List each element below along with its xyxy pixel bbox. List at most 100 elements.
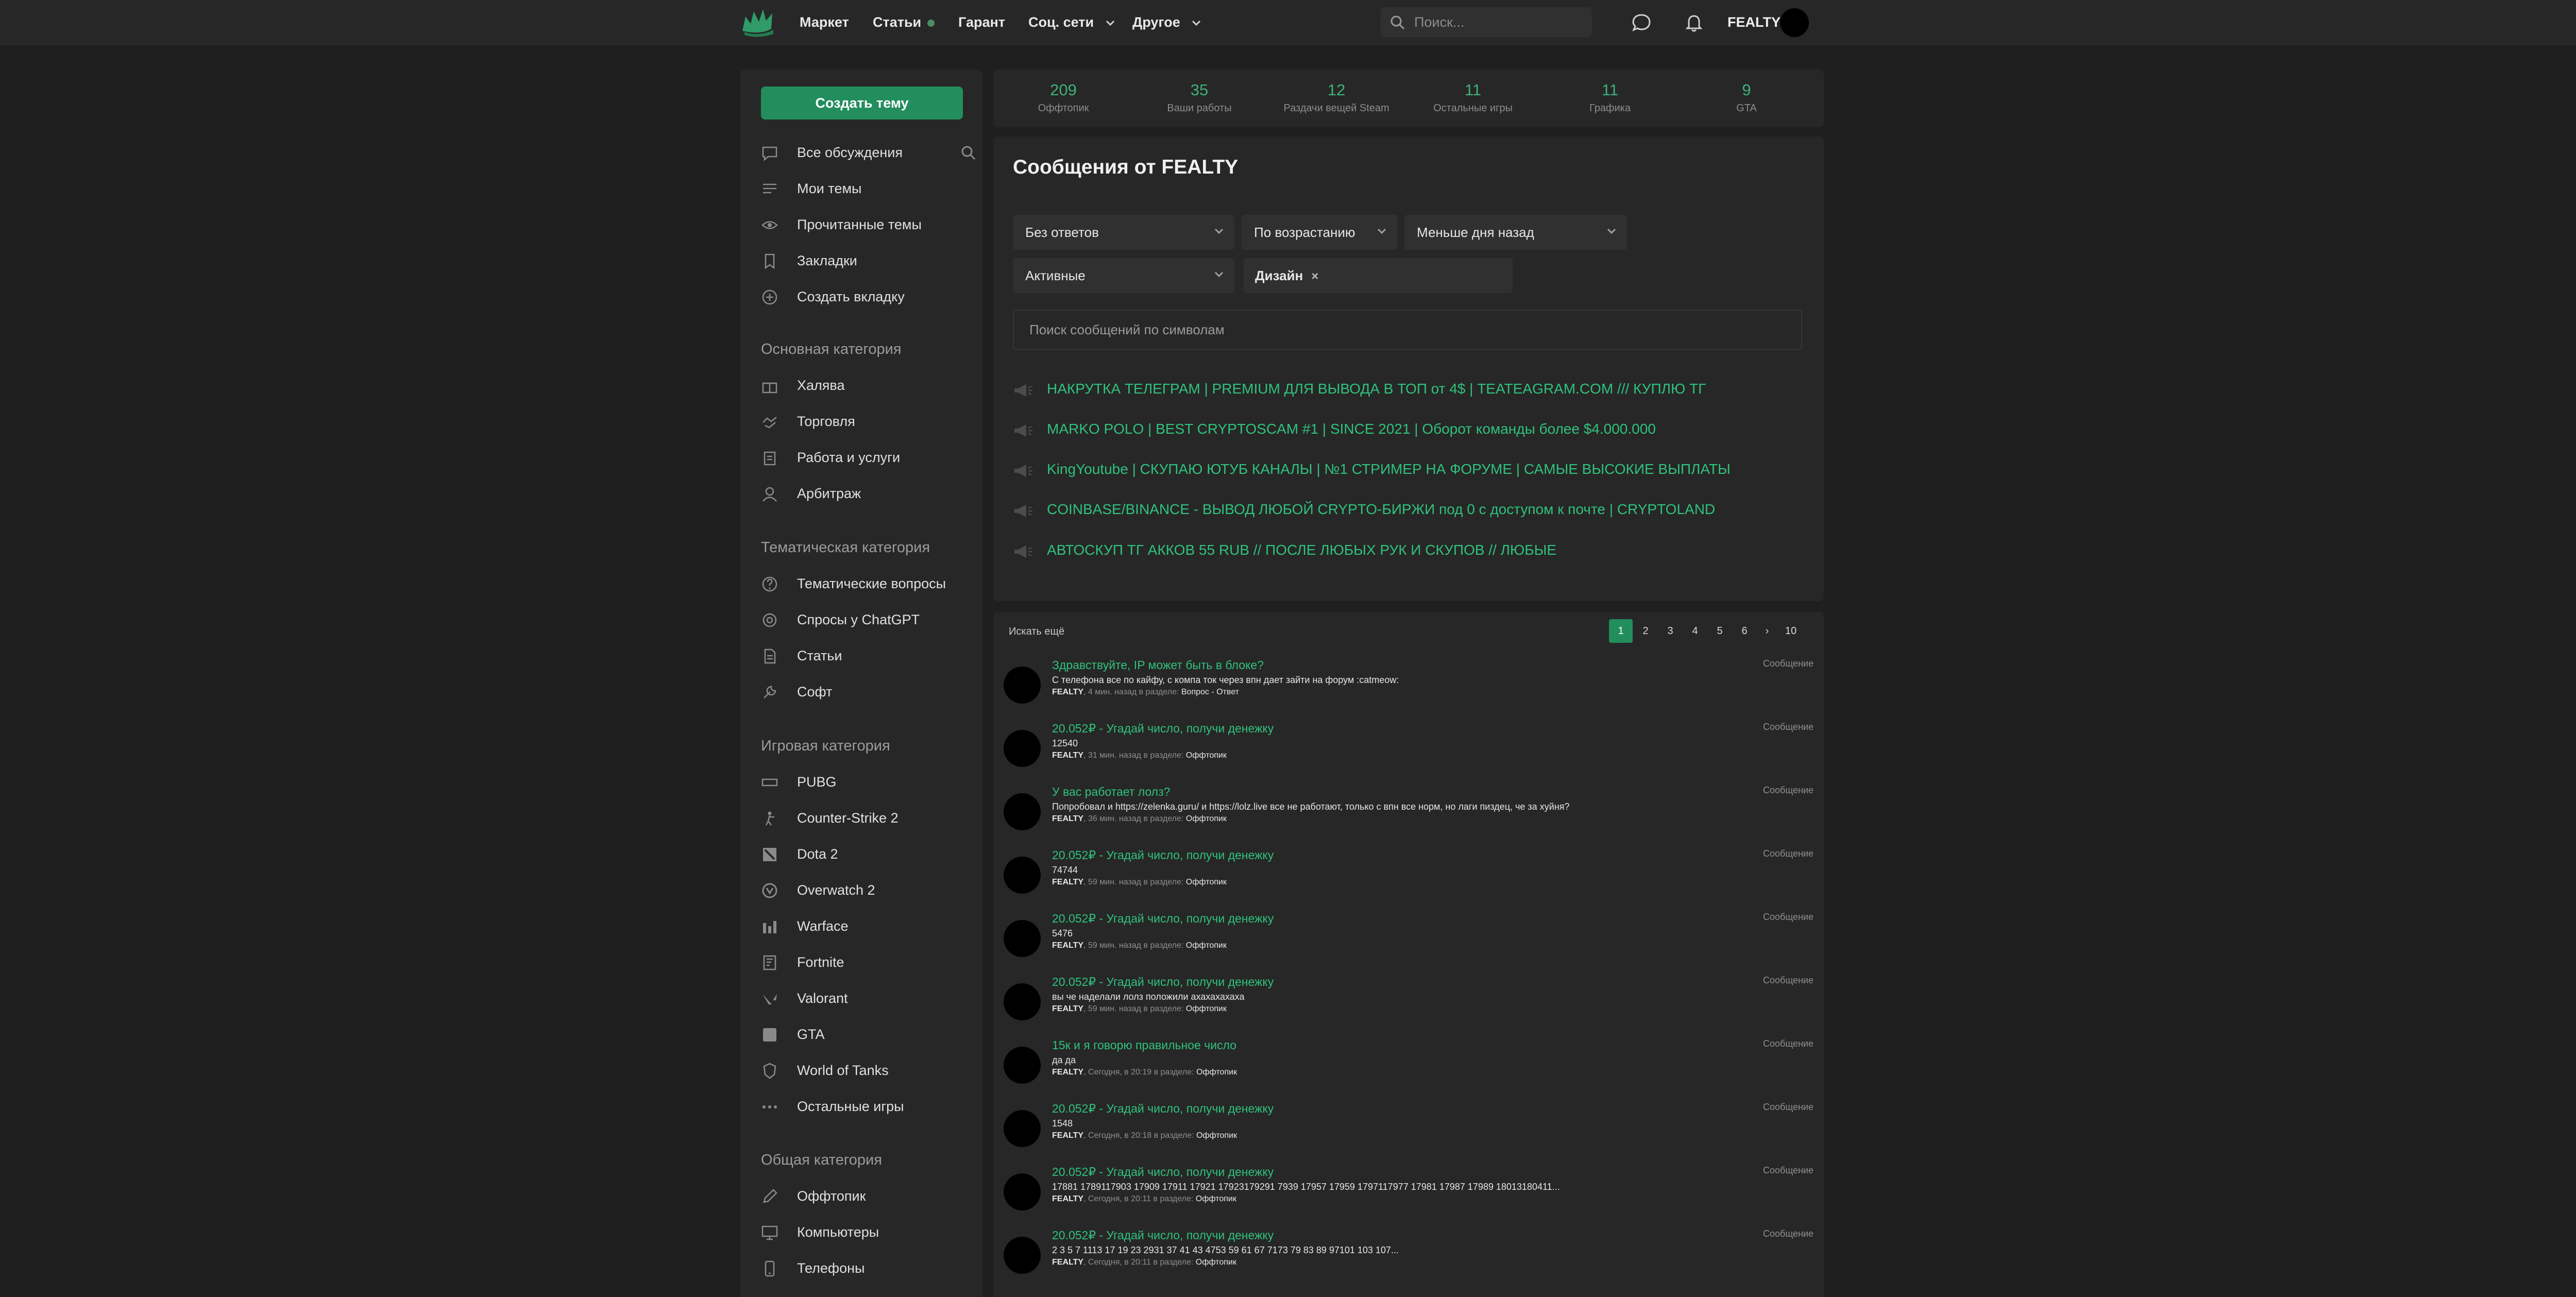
result-title[interactable]: 20.052₽ - Угадай число, получи денежку <box>1052 848 1274 862</box>
page-button[interactable]: 5 <box>1708 619 1732 643</box>
result-author[interactable]: FEALTY <box>1052 814 1083 823</box>
result-title[interactable]: 20.052₽ - Угадай число, получи денежку <box>1052 1228 1274 1242</box>
avatar[interactable] <box>1004 1110 1041 1147</box>
sidebar-item-create-tab[interactable]: Создать вкладку <box>761 282 972 311</box>
promo-title[interactable]: НАКРУТКА ТЕЛЕГРАМ | PREMIUM ДЛЯ ВЫВОДА В… <box>1047 381 1706 397</box>
state-filter-select[interactable]: Активные <box>1013 258 1234 293</box>
result-title[interactable]: Здравствуйте, IP может быть в блоке? <box>1052 658 1264 672</box>
result-author[interactable]: FEALTY <box>1052 1131 1083 1140</box>
sidebar-item-fortnite[interactable]: Fortnite <box>761 948 972 977</box>
stat-other-games[interactable]: 11 Остальные игры <box>1406 81 1540 114</box>
result-section[interactable]: Оффтопик <box>1196 1258 1236 1267</box>
message-search-input[interactable] <box>1014 311 1801 349</box>
result-title[interactable]: 20.052₽ - Угадай число, получи денежку <box>1052 912 1274 926</box>
create-thread-button[interactable]: Создать тему <box>761 87 963 120</box>
message-search[interactable] <box>1013 310 1802 350</box>
nav-articles[interactable]: Статьи <box>873 0 935 45</box>
next-page-button[interactable]: › <box>1755 619 1779 643</box>
avatar[interactable] <box>1004 983 1041 1020</box>
result-author[interactable]: FEALTY <box>1052 1068 1083 1077</box>
sidebar-item-chatgpt[interactable]: Спросы у ChatGPT <box>761 605 972 634</box>
result-author[interactable]: FEALTY <box>1052 1004 1083 1013</box>
sidebar-item-pubg[interactable]: PUBG <box>761 767 972 796</box>
result-section[interactable]: Вопрос - Ответ <box>1181 688 1239 696</box>
sidebar-item-my-threads[interactable]: Мои темы <box>761 174 972 203</box>
sidebar-item-soft[interactable]: Софт <box>761 677 972 706</box>
result-section[interactable]: Оффтопик <box>1186 814 1227 823</box>
search-more-link[interactable]: Искать ещё <box>1009 626 1064 638</box>
tag-filter[interactable]: Дизайн × <box>1244 258 1513 293</box>
result-title[interactable]: 20.052₽ - Угадай число, получи денежку <box>1052 722 1274 736</box>
sidebar-item-thematic-questions[interactable]: Тематические вопросы <box>761 569 972 598</box>
stat-your-works[interactable]: 35 Ваши работы <box>1132 81 1266 114</box>
avatar[interactable] <box>1004 730 1041 767</box>
sidebar-item-trade[interactable]: Торговля <box>761 407 972 436</box>
result-section[interactable]: Оффтопик <box>1196 1068 1237 1077</box>
page-button[interactable]: 6 <box>1733 619 1756 643</box>
result-section[interactable]: Оффтопик <box>1186 1004 1227 1013</box>
result-section[interactable]: Оффтопик <box>1186 751 1227 760</box>
avatar[interactable] <box>1004 1237 1041 1274</box>
result-title[interactable]: 15к и я говорю правильное число <box>1052 1038 1236 1052</box>
promo-thread[interactable]: MARKO POLO | BEST CRYPTOSCAM #1 | SINCE … <box>1013 418 1806 443</box>
page-button[interactable]: 2 <box>1634 619 1657 643</box>
sidebar-item-computers[interactable]: Компьютеры <box>761 1218 972 1247</box>
promo-thread[interactable]: COINBASE/BINANCE - ВЫВОД ЛЮБОЙ CRYPTO-БИ… <box>1013 498 1806 521</box>
page-button[interactable]: 4 <box>1683 619 1707 643</box>
nav-garant[interactable]: Гарант <box>958 0 1005 45</box>
page-button[interactable]: 1 <box>1609 619 1633 643</box>
username[interactable]: FEALTY <box>1727 0 1781 45</box>
avatar[interactable] <box>1004 793 1041 830</box>
sidebar-item-phones[interactable]: Телефоны <box>761 1254 972 1283</box>
result-section[interactable]: Оффтопик <box>1196 1131 1237 1140</box>
promo-title[interactable]: АВТОСКУП ТГ АККОВ 55 RUB // ПОСЛЕ ЛЮБЫХ … <box>1047 542 1556 558</box>
global-search-input[interactable] <box>1414 7 1584 37</box>
result-author[interactable]: FEALTY <box>1052 1194 1083 1203</box>
avatar[interactable] <box>1004 920 1041 957</box>
sidebar-item-read-threads[interactable]: Прочитанные темы <box>761 210 972 239</box>
avatar[interactable] <box>1780 8 1809 37</box>
stat-gta[interactable]: 9 GTA <box>1680 81 1814 114</box>
result-title[interactable]: 20.052₽ - Угадай число, получи денежку <box>1052 975 1274 989</box>
sidebar-item-offtopic[interactable]: Оффтопик <box>761 1182 972 1210</box>
global-search[interactable] <box>1381 7 1592 37</box>
result-title[interactable]: 20.052₽ - Угадай число, получи денежку <box>1052 1102 1274 1116</box>
promo-title[interactable]: MARKO POLO | BEST CRYPTOSCAM #1 | SINCE … <box>1047 421 1656 437</box>
sidebar-item-gta[interactable]: GTA <box>761 1020 972 1049</box>
promo-title[interactable]: KingYoutube | СКУПАЮ ЮТУБ КАНАЛЫ | №1 СТ… <box>1047 461 1731 477</box>
sidebar-item-cs2[interactable]: Counter-Strike 2 <box>761 804 972 832</box>
result-author[interactable]: FEALTY <box>1052 688 1083 696</box>
promo-thread[interactable]: KingYoutube | СКУПАЮ ЮТУБ КАНАЛЫ | №1 СТ… <box>1013 458 1806 484</box>
result-section[interactable]: Оффтопик <box>1196 1194 1236 1203</box>
promo-title[interactable]: COINBASE/BINANCE - ВЫВОД ЛЮБОЙ CRYPTO-БИ… <box>1047 501 1715 518</box>
nav-market[interactable]: Маркет <box>800 0 849 45</box>
avatar[interactable] <box>1004 1047 1041 1084</box>
stat-graphics[interactable]: 11 Графика <box>1543 81 1677 114</box>
result-title[interactable]: У вас работает лолз? <box>1052 785 1170 799</box>
sidebar-item-warface[interactable]: Warface <box>761 912 972 941</box>
sidebar-item-all-discussions[interactable]: Все обсуждения <box>761 138 976 167</box>
result-author[interactable]: FEALTY <box>1052 941 1083 950</box>
page-button[interactable]: 10 <box>1779 619 1803 643</box>
promo-thread[interactable]: АВТОСКУП ТГ АККОВ 55 RUB // ПОСЛЕ ЛЮБЫХ … <box>1013 539 1806 565</box>
sidebar-item-dota2[interactable]: Dota 2 <box>761 840 972 868</box>
sidebar-item-articles[interactable]: Статьи <box>761 641 972 670</box>
page-button[interactable]: 3 <box>1658 619 1682 643</box>
result-section[interactable]: Оффтопик <box>1186 941 1227 950</box>
stat-steam-giveaways[interactable]: 12 Раздачи вещей Steam <box>1269 81 1403 114</box>
stat-offtopic[interactable]: 209 Оффтопик <box>996 81 1130 114</box>
bell-icon[interactable] <box>1684 12 1704 33</box>
result-author[interactable]: FEALTY <box>1052 878 1083 886</box>
nav-social[interactable]: Соц. сети <box>1028 0 1115 45</box>
avatar[interactable] <box>1004 667 1041 704</box>
conversations-icon[interactable] <box>1631 12 1652 33</box>
sidebar-item-overwatch2[interactable]: Overwatch 2 <box>761 876 972 905</box>
promo-thread[interactable]: НАКРУТКА ТЕЛЕГРАМ | PREMIUM ДЛЯ ВЫВОДА В… <box>1013 378 1806 403</box>
result-author[interactable]: FEALTY <box>1052 751 1083 760</box>
sidebar-item-bookmarks[interactable]: Закладки <box>761 246 972 275</box>
order-filter-select[interactable]: По возрастанию <box>1242 215 1397 250</box>
sidebar-item-wot[interactable]: World of Tanks <box>761 1056 972 1085</box>
remove-tag-icon[interactable]: × <box>1311 269 1318 283</box>
search-icon[interactable] <box>961 145 976 161</box>
result-title[interactable]: 20.052₽ - Угадай число, получи денежку <box>1052 1165 1274 1179</box>
